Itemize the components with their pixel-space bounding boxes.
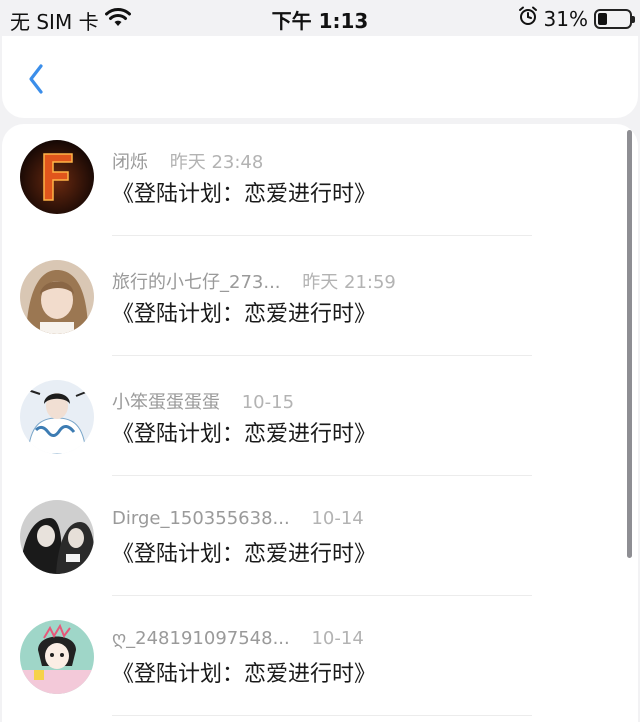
user-name[interactable]: 小笨蛋蛋蛋蛋 bbox=[112, 392, 220, 413]
timestamp: 10-14 bbox=[311, 508, 364, 529]
item-meta: 旅行的小七仔_273... 昨天 21:59 bbox=[112, 268, 396, 294]
avatar[interactable] bbox=[20, 380, 94, 454]
timestamp: 10-14 bbox=[311, 628, 364, 649]
timestamp: 昨天 23:48 bbox=[169, 152, 264, 173]
list-item[interactable]: Dirge_150355638... 10-14 《登陆计划：恋爱进行时》 bbox=[2, 484, 602, 604]
divider bbox=[112, 595, 532, 596]
list-item[interactable]: 旅行的小七仔_273... 昨天 21:59 《登陆计划：恋爱进行时》 bbox=[2, 244, 602, 364]
item-meta: 小笨蛋蛋蛋蛋 10-15 bbox=[112, 388, 294, 414]
divider bbox=[112, 715, 532, 716]
battery-icon bbox=[594, 8, 635, 29]
status-right: 31% bbox=[518, 6, 635, 31]
item-title[interactable]: 《登陆计划：恋爱进行时》 bbox=[112, 656, 376, 688]
item-title[interactable]: 《登陆计划：恋爱进行时》 bbox=[112, 296, 376, 328]
user-name[interactable]: ღ_248191097548... bbox=[112, 628, 290, 649]
battery-percent: 31% bbox=[543, 6, 588, 31]
item-title[interactable]: 《登陆计划：恋爱进行时》 bbox=[112, 536, 376, 568]
nav-header bbox=[2, 36, 638, 118]
timestamp: 昨天 21:59 bbox=[302, 272, 396, 293]
item-title[interactable]: 《登陆计划：恋爱进行时》 bbox=[112, 416, 376, 448]
avatar[interactable] bbox=[20, 140, 94, 214]
divider bbox=[112, 235, 532, 236]
avatar[interactable] bbox=[20, 260, 94, 334]
list-item[interactable]: 小笨蛋蛋蛋蛋 10-15 《登陆计划：恋爱进行时》 bbox=[2, 364, 602, 484]
divider bbox=[112, 475, 532, 476]
timestamp: 10-15 bbox=[241, 392, 295, 413]
user-name[interactable]: Dirge_150355638... bbox=[112, 508, 290, 529]
avatar[interactable] bbox=[20, 500, 94, 574]
divider bbox=[112, 355, 532, 356]
item-meta: ღ_248191097548... 10-14 bbox=[112, 628, 364, 649]
list-item[interactable]: 闭烁 昨天 23:48 《登陆计划：恋爱进行时》 bbox=[2, 124, 602, 244]
scrollbar[interactable] bbox=[627, 130, 632, 558]
user-name[interactable]: 旅行的小七仔_273... bbox=[112, 272, 281, 293]
item-title[interactable]: 《登陆计划：恋爱进行时》 bbox=[112, 176, 376, 208]
item-meta: 闭烁 昨天 23:48 bbox=[112, 148, 263, 174]
chevron-left-icon bbox=[29, 64, 43, 94]
battery-level bbox=[598, 12, 607, 25]
back-button[interactable] bbox=[24, 62, 50, 96]
avatar[interactable] bbox=[20, 620, 94, 694]
message-list[interactable]: 闭烁 昨天 23:48 《登陆计划：恋爱进行时》 旅行的小七仔_273... 昨… bbox=[2, 124, 638, 722]
user-name[interactable]: 闭烁 bbox=[112, 152, 148, 173]
alarm-icon bbox=[518, 6, 538, 31]
item-meta: Dirge_150355638... 10-14 bbox=[112, 508, 364, 529]
status-bar: 无 SIM 卡 下午 1:13 31% bbox=[0, 0, 640, 36]
list-item[interactable]: ღ_248191097548... 10-14 《登陆计划：恋爱进行时》 bbox=[2, 604, 602, 722]
